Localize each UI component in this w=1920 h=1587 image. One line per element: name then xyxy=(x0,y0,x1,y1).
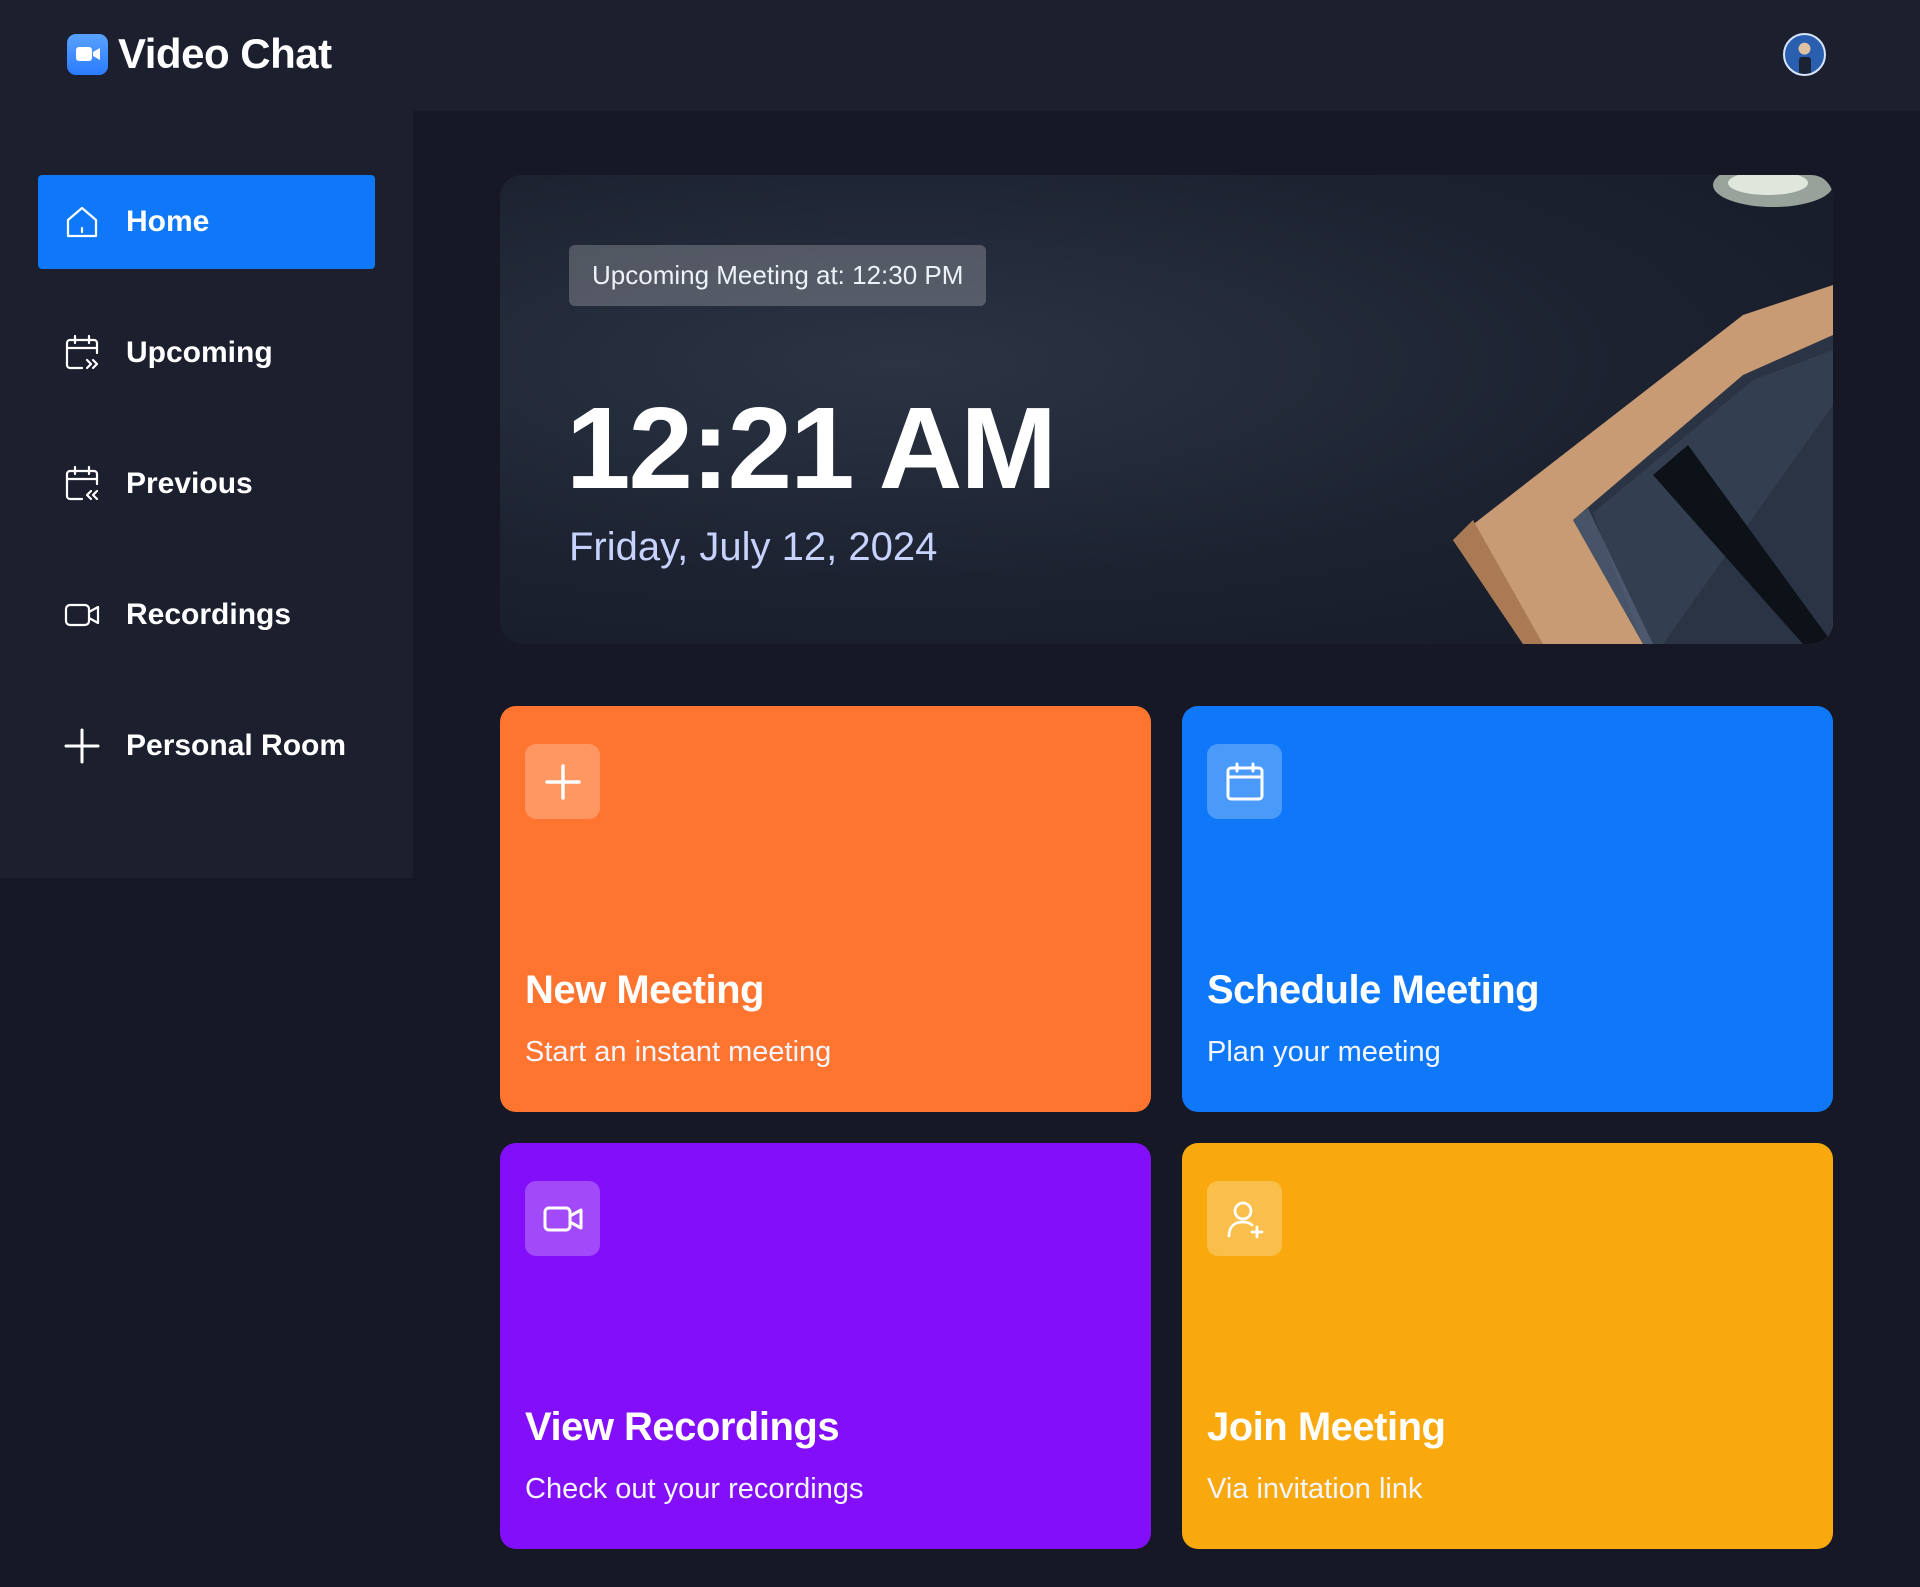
top-bar: Video Chat xyxy=(0,0,1920,111)
sidebar-item-label: Recordings xyxy=(126,598,292,631)
plus-icon xyxy=(64,728,100,764)
card-subtitle: Check out your recordings xyxy=(525,1473,864,1505)
upcoming-meeting-badge: Upcoming Meeting at: 12:30 PM xyxy=(569,245,987,306)
calendar-back-icon xyxy=(65,465,99,501)
add-user-icon xyxy=(1207,1181,1282,1256)
sidebar-item-label: Upcoming xyxy=(126,336,273,369)
card-title: New Meeting xyxy=(525,968,764,1012)
video-icon xyxy=(525,1181,600,1256)
video-camera-logo-icon xyxy=(67,33,108,75)
sidebar-item-upcoming[interactable]: Upcoming xyxy=(38,306,375,400)
sidebar-item-previous[interactable]: Previous xyxy=(38,437,375,531)
app-logo[interactable]: Video Chat xyxy=(67,30,332,78)
home-icon xyxy=(66,206,98,238)
calendar-forward-icon xyxy=(65,334,99,370)
current-date: Friday, July 12, 2024 xyxy=(569,525,938,569)
app-title: Video Chat xyxy=(118,30,332,77)
sidebar-item-label: Home xyxy=(126,205,210,238)
video-icon xyxy=(64,603,100,627)
plus-icon xyxy=(525,744,600,819)
hero-banner: Upcoming Meeting at: 12:30 PM 12:21 AM F… xyxy=(500,175,1833,644)
card-subtitle: Via invitation link xyxy=(1207,1473,1423,1505)
card-title: Schedule Meeting xyxy=(1207,968,1540,1012)
join-meeting-card[interactable]: Join Meeting Via invitation link xyxy=(1182,1143,1833,1549)
sidebar-item-label: Previous xyxy=(126,467,253,500)
schedule-meeting-card[interactable]: Schedule Meeting Plan your meeting xyxy=(1182,706,1833,1112)
card-title: View Recordings xyxy=(525,1405,840,1449)
card-subtitle: Plan your meeting xyxy=(1207,1036,1441,1068)
sidebar: Home Upcoming Previous Recordings Person… xyxy=(0,111,413,878)
calendar-icon xyxy=(1207,744,1282,819)
sidebar-item-personal-room[interactable]: Personal Room xyxy=(38,699,375,793)
view-recordings-card[interactable]: View Recordings Check out your recording… xyxy=(500,1143,1151,1549)
user-avatar[interactable] xyxy=(1783,33,1826,76)
sidebar-item-home[interactable]: Home xyxy=(38,175,375,269)
current-time: 12:21 AM xyxy=(566,383,1057,513)
new-meeting-card[interactable]: New Meeting Start an instant meeting xyxy=(500,706,1151,1112)
notebook-image xyxy=(1453,175,1833,644)
sidebar-item-recordings[interactable]: Recordings xyxy=(38,568,375,662)
sidebar-item-label: Personal Room xyxy=(126,729,347,762)
card-subtitle: Start an instant meeting xyxy=(525,1036,832,1068)
card-title: Join Meeting xyxy=(1207,1405,1446,1449)
